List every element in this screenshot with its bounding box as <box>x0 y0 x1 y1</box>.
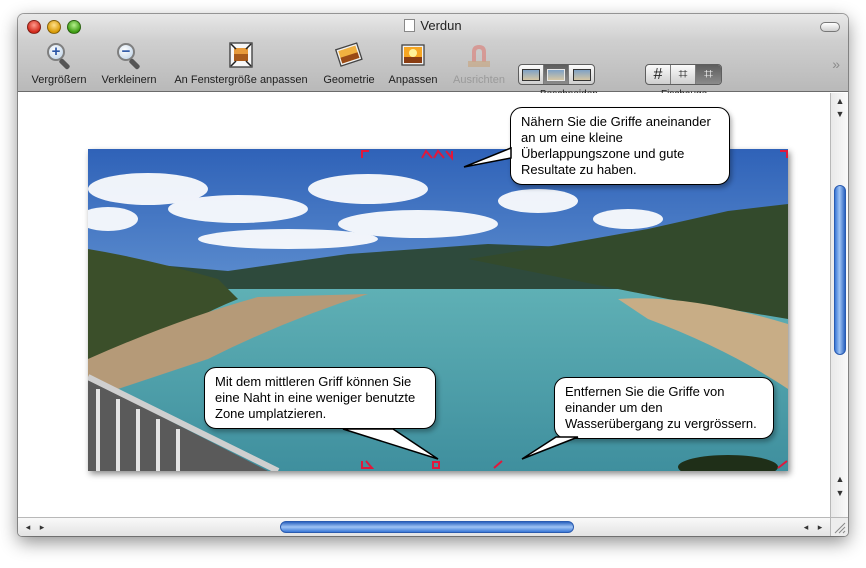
fit-window-icon <box>226 40 256 70</box>
resize-grip[interactable] <box>830 517 848 536</box>
toolbar-overflow-icon[interactable]: » <box>832 56 840 72</box>
fit-to-window-button[interactable]: An Fenstergröße anpassen <box>170 40 312 86</box>
vertical-scrollbar[interactable]: ▲ ▼ ▲ ▼ <box>830 93 848 517</box>
fisheye-option-1[interactable]: # <box>646 65 671 84</box>
geometry-icon <box>334 40 364 70</box>
grid-icon: ⌗ <box>678 65 688 83</box>
callout-top: Nähern Sie die Griffe aneinander an um e… <box>510 107 730 185</box>
align-button[interactable]: Ausrichten <box>446 40 512 86</box>
crop-icon <box>572 68 591 81</box>
horizontal-scroll-thumb[interactable] <box>280 521 574 533</box>
zoom-in-icon: + <box>44 40 74 71</box>
crop-icon <box>547 68 565 81</box>
callout-bottom-left: Mit dem mittleren Griff können Sie eine … <box>204 367 436 429</box>
crop-option-2[interactable] <box>544 65 569 84</box>
scroll-right-arrow-icon[interactable]: ▸ <box>812 521 828 534</box>
scroll-up-arrow-icon[interactable]: ▲ <box>832 473 848 486</box>
canvas-area: Nähern Sie die Griffe aneinander an um e… <box>18 93 830 517</box>
scroll-down-arrow-icon[interactable]: ▼ <box>832 487 848 500</box>
window-title: Verdun <box>18 18 848 33</box>
fisheye-option-3[interactable]: ⌗ <box>696 65 721 84</box>
document-icon <box>404 19 416 32</box>
callout-bottom-left-pointer <box>342 428 439 460</box>
grid-icon: ⌗ <box>703 65 713 83</box>
verdun-window: Verdun + Vergrößern − Verkleinern An Fen… <box>18 14 848 536</box>
scroll-down-arrow-icon[interactable]: ▼ <box>832 108 848 121</box>
callout-top-pointer <box>463 146 512 168</box>
scroll-up-arrow-icon[interactable]: ▲ <box>832 95 848 108</box>
zoom-out-button[interactable]: − Verkleinern <box>96 40 162 86</box>
crop-option-1[interactable] <box>519 65 544 84</box>
geometry-button[interactable]: Geometrie <box>320 40 378 86</box>
callout-bottom-right: Entfernen Sie die Griffe von einander um… <box>554 377 774 439</box>
zoom-out-icon: − <box>114 40 144 71</box>
crop-option-3[interactable] <box>569 65 594 84</box>
toolbar-toggle-button[interactable] <box>820 22 840 32</box>
horizontal-scrollbar[interactable]: ◂ ▸ ◂ ▸ <box>18 517 830 536</box>
zoom-in-button[interactable]: + Vergrößern <box>28 40 90 86</box>
fisheye-option-2[interactable]: ⌗ <box>671 65 696 84</box>
adjust-button[interactable]: Anpassen <box>384 40 442 86</box>
fisheye-segmented-control: # ⌗ ⌗ <box>645 64 722 85</box>
callout-bottom-right-pointer <box>521 436 579 460</box>
vertical-scroll-thumb[interactable] <box>834 185 846 355</box>
title-toolbar: Verdun + Vergrößern − Verkleinern An Fen… <box>18 14 848 100</box>
scroll-right-arrow-icon[interactable]: ▸ <box>34 521 50 534</box>
crop-icon <box>522 68 540 81</box>
align-icon <box>464 40 494 70</box>
crop-segmented-control <box>518 64 595 85</box>
grid-icon: # <box>653 65 663 83</box>
adjust-icon <box>398 40 428 70</box>
